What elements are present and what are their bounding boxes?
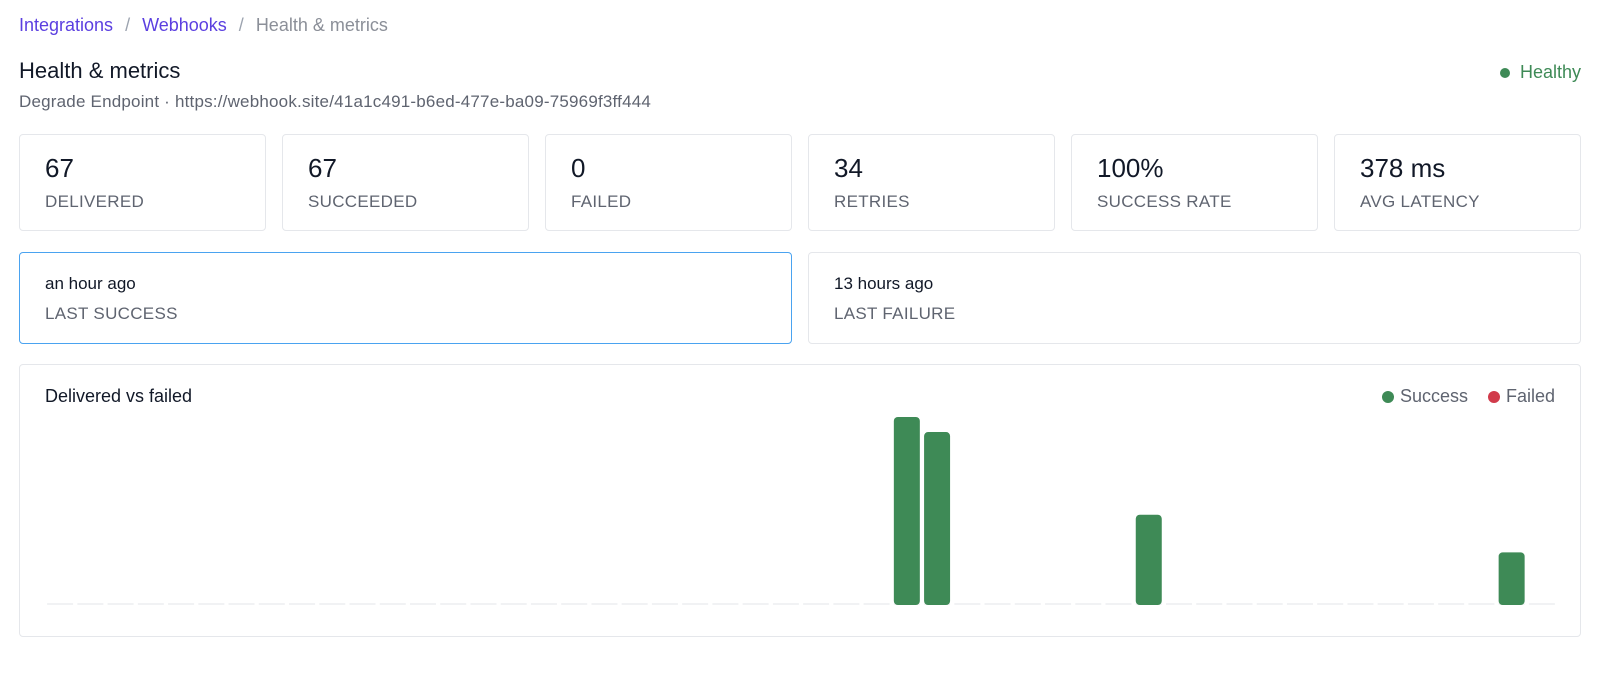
chart-baseline-segment [440,603,467,605]
stat-card-retries: 34 RETRIES [808,134,1055,231]
stat-label: SUCCEEDED [308,192,418,211]
chart-bar-success[interactable] [1498,552,1525,605]
breadcrumb: Integrations / Webhooks / Health & metri… [19,15,388,36]
chart-baseline-segment [228,603,255,605]
chart-baseline-segment [1347,603,1374,605]
timing-value: 13 hours ago [834,274,934,293]
chart-baseline-segment [742,603,769,605]
chart-baseline-segment [410,603,436,605]
chart-baseline-segment [621,603,648,605]
stat-label: FAILED [571,192,632,211]
chart-baseline-segment [1075,603,1102,605]
chart-baseline-segment [651,603,678,605]
breadcrumb-separator: / [238,15,244,35]
legend-label: Success [1399,386,1468,406]
chart-baseline-segment [47,603,74,605]
timings-row: an hour ago LAST SUCCESS 13 hours ago LA… [19,252,1581,344]
delivery-bar-chart [47,417,1555,605]
endpoint-subtitle: Degrade Endpoint · https://webhook.site/… [19,92,652,111]
chart-baseline-segment [198,603,225,605]
legend-failed-dot-icon [1487,390,1500,403]
chart-bar-success[interactable] [1135,514,1162,605]
chart-baseline-segment [772,603,799,605]
chart-baseline-segment [1407,603,1434,605]
chart-baseline-segment [77,603,104,605]
chart-bar-success[interactable] [893,417,920,605]
chart-baseline-segment [984,603,1011,605]
chart-baseline-segment [1377,603,1404,605]
stat-card-success-rate: 100% SUCCESS RATE [1071,134,1318,231]
page-title: Health & metrics [19,58,181,83]
status-dot-icon [1499,67,1510,78]
legend-label: Failed [1505,386,1555,406]
stat-label: AVG LATENCY [1360,192,1480,211]
stat-card-succeeded: 67 SUCCEEDED [282,134,529,231]
chart-legend: Success Failed [1362,386,1555,407]
legend-item-success: Success [1381,386,1468,407]
chart-baseline-segment [379,603,406,605]
timing-value: an hour ago [45,274,136,293]
chart-baseline-segment [530,603,557,605]
last-failure-card[interactable]: 13 hours ago LAST FAILURE [808,252,1581,344]
stats-row: 67 DELIVERED 67 SUCCEEDED 0 FAILED 34 RE… [19,134,1581,231]
stat-value: 0 [571,153,586,183]
status-badge: Healthy [1499,62,1581,83]
chart-baseline-segment [1528,603,1555,605]
chart-baseline-segment [954,603,981,605]
chart-baseline-segment [712,603,739,605]
chart-baseline-segment [682,603,709,605]
chart-baseline-segment [863,603,890,605]
page-header: Health & metrics Degrade Endpoint · http… [19,58,1581,118]
timing-label: LAST SUCCESS [45,304,178,323]
breadcrumb-separator: / [125,15,131,35]
stat-card-avg-latency: 378 ms AVG LATENCY [1334,134,1581,231]
delivery-chart-card: Delivered vs failed Success Failed [19,364,1581,637]
timing-label: LAST FAILURE [834,304,956,323]
chart-baseline-segment [289,603,316,605]
chart-baseline-segment [349,603,376,605]
stat-label: DELIVERED [45,192,145,211]
stat-label: SUCCESS RATE [1097,192,1232,211]
chart-bar-success[interactable] [924,432,951,605]
chart-baseline-segment [591,603,618,605]
stat-value: 67 [45,153,74,183]
chart-title: Delivered vs failed [45,386,193,406]
chart-baseline-segment [803,603,830,605]
breadcrumb-webhooks-link[interactable]: Webhooks [142,15,227,36]
breadcrumb-current: Health & metrics [255,15,388,35]
chart-baseline-segment [1468,603,1495,605]
chart-baseline-segment [319,603,346,605]
stat-label: RETRIES [834,192,910,211]
chart-baseline-segment [561,603,588,605]
chart-baseline-segment [470,603,497,605]
chart-baseline-segment [1438,603,1465,605]
chart-baseline-segment [1014,603,1041,605]
chart-baseline-segment [1166,603,1192,605]
stat-card-failed: 0 FAILED [545,134,792,231]
chart-baseline-segment [1286,603,1313,605]
breadcrumb-integrations-link[interactable]: Integrations [19,15,113,36]
chart-baseline-segment [1105,603,1132,605]
chart-baseline-segment [107,603,134,605]
last-success-card[interactable]: an hour ago LAST SUCCESS [19,252,792,344]
chart-baseline-segment [137,603,164,605]
status-label: Healthy [1519,62,1581,82]
chart-baseline-segment [1317,603,1344,605]
legend-item-failed: Failed [1487,386,1555,407]
chart-baseline-segment [1226,603,1253,605]
stat-value: 67 [308,153,337,183]
chart-baseline-segment [1045,603,1072,605]
stat-value: 100% [1097,153,1164,183]
chart-baseline-segment [833,603,860,605]
legend-success-dot-icon [1381,390,1394,403]
chart-baseline-segment [258,603,285,605]
chart-baseline-segment [168,603,195,605]
chart-baseline-segment [1196,603,1223,605]
chart-baseline-segment [500,603,527,605]
stat-card-delivered: 67 DELIVERED [19,134,266,231]
chart-baseline-segment [1256,603,1283,605]
webhook-health-page: Integrations / Webhooks / Health & metri… [0,0,1600,688]
stat-value: 378 ms [1360,153,1446,183]
stat-value: 34 [834,153,863,183]
